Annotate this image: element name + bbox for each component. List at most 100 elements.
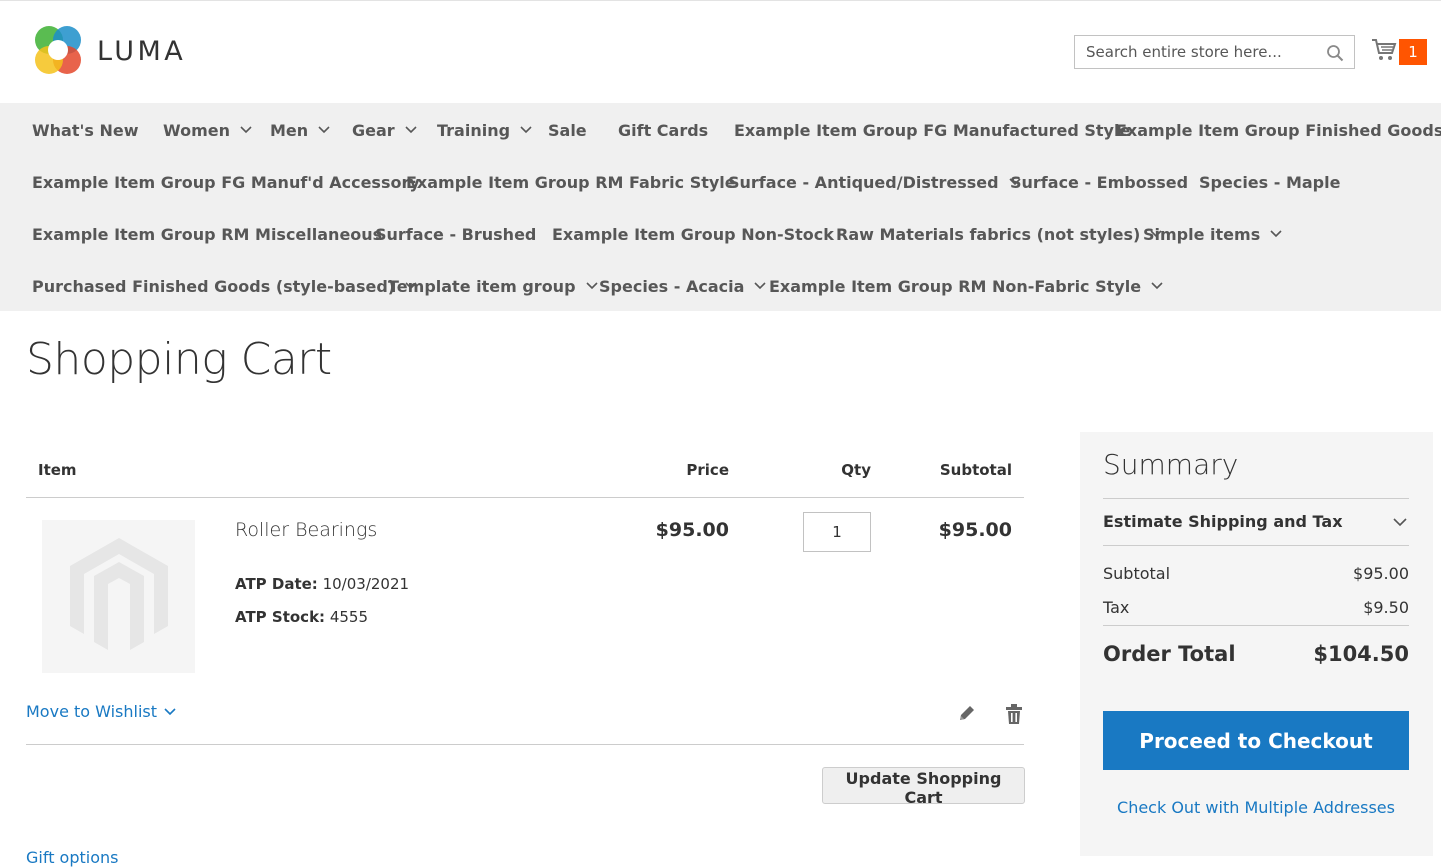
nav-item[interactable]: Gift Cards <box>618 119 708 141</box>
nav-item-label: Purchased Finished Goods (style-based) <box>32 276 396 296</box>
chevron-down-icon <box>520 126 532 134</box>
nav-item-label: What's New <box>32 120 139 140</box>
nav-item[interactable]: Species - Maple <box>1199 171 1340 193</box>
nav-item[interactable]: Surface - Embossed <box>1010 171 1188 193</box>
subtotal-label: Subtotal <box>1103 564 1171 583</box>
order-total-value: $104.50 <box>1313 642 1409 666</box>
nav-item-label: Species - Maple <box>1199 172 1341 192</box>
option-label: ATP Date: <box>235 575 318 593</box>
nav-item-label: Surface - Embossed <box>1010 172 1189 192</box>
nav-item-label: Women <box>163 120 230 140</box>
chevron-down-icon <box>405 126 417 134</box>
summary-title: Summary <box>1103 448 1239 481</box>
pencil-icon[interactable] <box>957 703 977 723</box>
nav-item[interactable]: Sale <box>548 119 587 141</box>
nav-item-label: Men <box>270 120 309 140</box>
chevron-down-icon <box>1151 282 1163 290</box>
option-label: ATP Stock: <box>235 608 326 626</box>
magento-placeholder-icon <box>70 538 168 650</box>
nav-item[interactable]: What's New <box>32 119 139 141</box>
tax-value: $9.50 <box>1363 598 1409 617</box>
nav-item-label: Surface - Brushed <box>375 224 537 244</box>
item-row-divider <box>26 744 1024 745</box>
cart-summary: Summary Estimate Shipping and Tax Subtot… <box>1080 432 1433 856</box>
nav-item[interactable]: Species - Acacia <box>599 275 767 297</box>
item-option-atp-stock: ATP Stock: 4555 <box>235 608 368 626</box>
nav-item[interactable]: Template item group <box>388 275 599 297</box>
nav-item[interactable]: Example Item Group RM Fabric Style <box>406 171 736 193</box>
update-cart-button[interactable]: Update Shopping Cart <box>822 767 1025 807</box>
search-input[interactable] <box>1086 43 1322 61</box>
store-logo[interactable]: LUMA <box>31 24 186 78</box>
main-navigation: What's New Women Men Gear Training Sale … <box>0 103 1441 311</box>
option-value: 4555 <box>329 608 369 626</box>
table-header-divider <box>26 497 1024 498</box>
chevron-down-icon <box>164 707 176 715</box>
nav-item[interactable]: Example Item Group Finished Goods <box>1116 119 1441 141</box>
item-subtotal: $95.00 <box>938 519 1012 541</box>
quantity-input[interactable] <box>803 512 871 552</box>
chevron-down-icon <box>754 282 766 290</box>
multi-address-checkout-link[interactable]: Check Out with Multiple Addresses <box>1103 798 1409 817</box>
chevron-down-icon <box>1270 230 1282 238</box>
nav-item-label: Template item group <box>388 276 576 296</box>
column-header-qty: Qty <box>841 461 871 479</box>
nav-item[interactable]: Training <box>437 119 533 141</box>
estimate-shipping-toggle[interactable]: Estimate Shipping and Tax <box>1103 512 1343 531</box>
nav-item-label: Simple items <box>1143 224 1261 244</box>
nav-item[interactable]: Gear <box>352 119 418 141</box>
nav-item[interactable]: Raw Materials fabrics (not styles) <box>836 223 1163 245</box>
nav-item[interactable]: Example Item Group RM Non-Fabric Style <box>769 275 1164 297</box>
chevron-down-icon <box>240 126 252 134</box>
nav-item[interactable]: Women <box>163 119 253 141</box>
nav-item-label: Example Item Group Non-Stock <box>552 224 834 244</box>
chevron-down-icon <box>585 282 598 290</box>
top-border <box>0 0 1441 1</box>
nav-item-label: Example Item Group FG Manufactured Style <box>734 120 1131 140</box>
nav-item-label: Sale <box>548 120 587 140</box>
summary-divider <box>1103 625 1409 626</box>
nav-item[interactable]: Example Item Group FG Manufactured Style <box>734 119 1130 141</box>
nav-item-label: Example Item Group Finished Goods <box>1116 120 1441 140</box>
nav-item-label: Example Item Group FG Manuf'd Accessory <box>32 172 420 192</box>
option-value: 10/03/2021 <box>322 575 410 593</box>
page-title: Shopping Cart <box>26 334 332 385</box>
search-box[interactable] <box>1074 35 1355 69</box>
subtotal-value: $95.00 <box>1353 564 1409 583</box>
luma-logo-icon <box>35 26 81 74</box>
nav-item-label: Raw Materials fabrics (not styles) <box>836 224 1141 244</box>
nav-item[interactable]: Surface - Brushed <box>375 223 536 245</box>
column-header-subtotal: Subtotal <box>939 461 1012 479</box>
item-option-atp-date: ATP Date: 10/03/2021 <box>235 575 409 593</box>
summary-divider <box>1103 545 1409 546</box>
product-name-link[interactable]: Roller Bearings <box>235 519 377 541</box>
move-to-wishlist-label: Move to Wishlist <box>26 702 158 721</box>
trash-icon[interactable] <box>1004 703 1024 725</box>
nav-item[interactable]: Surface - Antiqued/Distressed <box>728 171 1022 193</box>
search-icon[interactable] <box>1326 44 1344 62</box>
chevron-down-icon[interactable] <box>1392 516 1408 528</box>
move-to-wishlist-link[interactable]: Move to Wishlist <box>26 702 177 721</box>
nav-item-label: Example Item Group RM Non-Fabric Style <box>769 276 1142 296</box>
nav-item[interactable]: Purchased Finished Goods (style-based) <box>32 275 418 297</box>
cart-count-badge[interactable]: 1 <box>1399 39 1427 65</box>
gift-options-link[interactable]: Gift options <box>26 848 118 867</box>
product-thumbnail[interactable] <box>42 520 195 673</box>
nav-item-label: Example Item Group RM Miscellaneous <box>32 224 383 244</box>
order-total-label: Order Total <box>1103 642 1236 666</box>
nav-item[interactable]: Example Item Group RM Miscellaneous <box>32 223 382 245</box>
nav-item[interactable]: Example Item Group FG Manuf'd Accessory <box>32 171 420 193</box>
nav-item-label: Training <box>437 120 511 140</box>
nav-item-label: Gift Cards <box>618 120 709 140</box>
tax-label: Tax <box>1103 598 1130 617</box>
column-header-price: Price <box>686 461 729 479</box>
nav-item-label: Example Item Group RM Fabric Style <box>406 172 736 192</box>
nav-item[interactable]: Example Item Group Non-Stock <box>552 223 834 245</box>
proceed-to-checkout-button[interactable]: Proceed to Checkout <box>1103 711 1409 770</box>
chevron-down-icon <box>318 126 330 134</box>
nav-item[interactable]: Simple items <box>1143 223 1283 245</box>
summary-divider <box>1103 498 1409 499</box>
nav-item-label: Gear <box>352 120 395 140</box>
cart-icon[interactable] <box>1371 38 1397 62</box>
nav-item[interactable]: Men <box>270 119 331 141</box>
